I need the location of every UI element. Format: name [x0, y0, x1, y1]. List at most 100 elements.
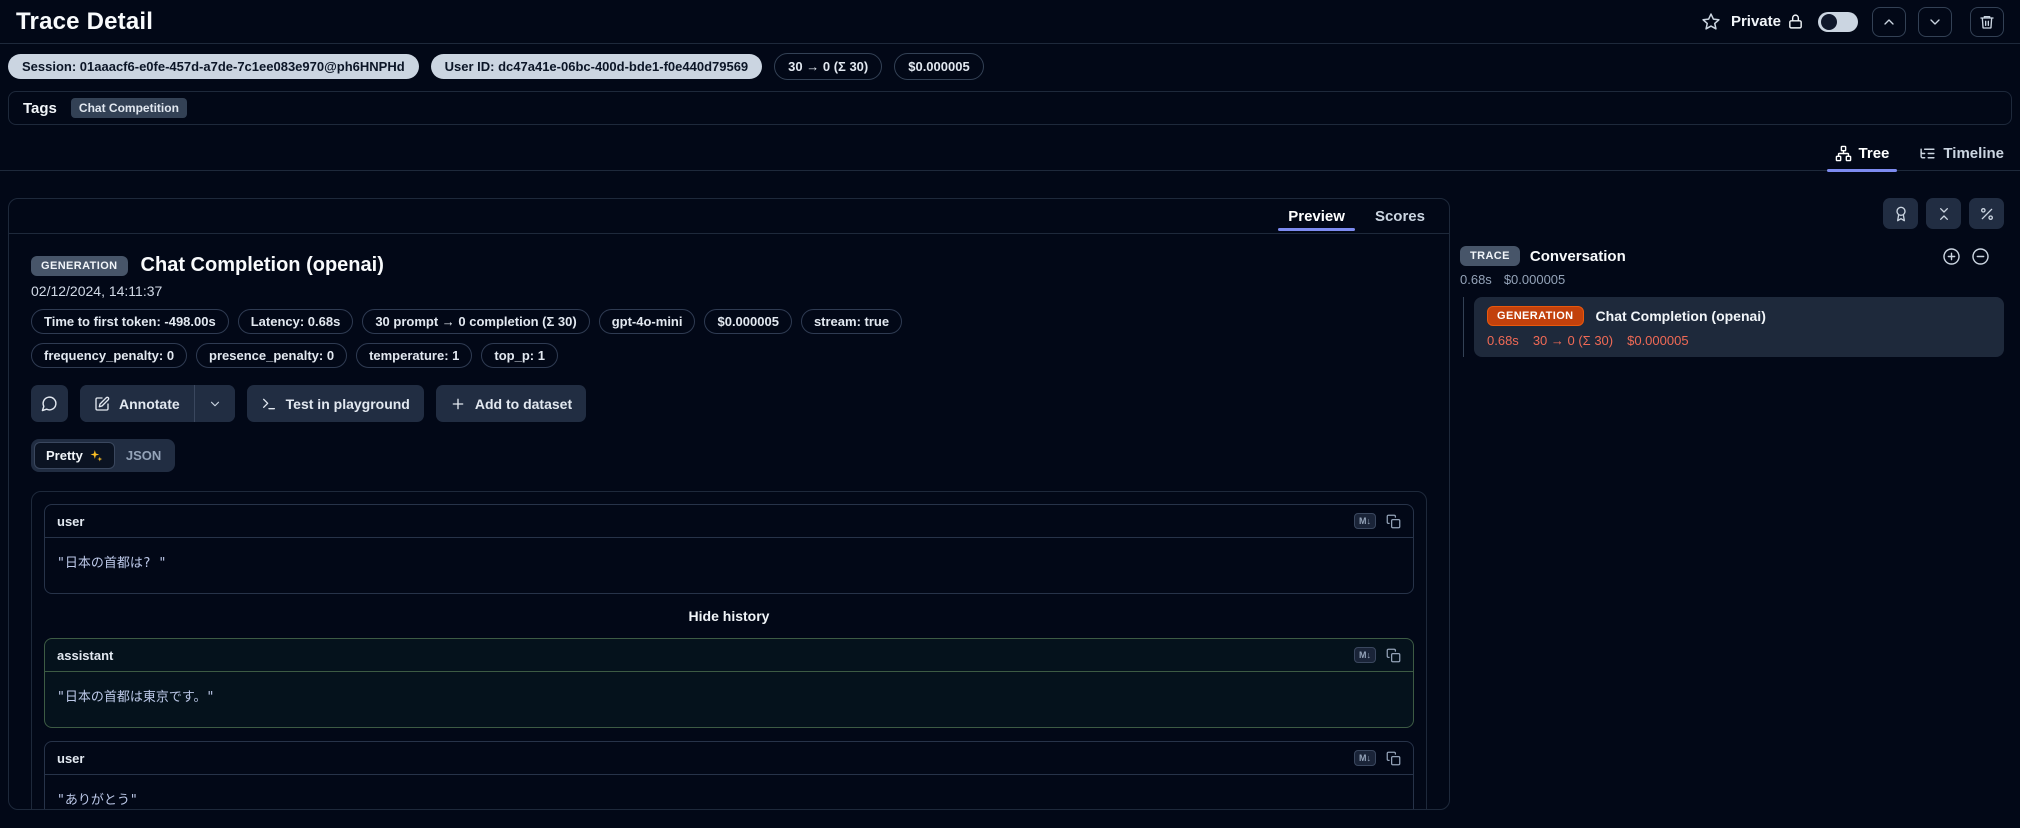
trash-icon [1979, 14, 1995, 30]
add-to-dataset-button[interactable]: Add to dataset [435, 385, 587, 422]
privacy-toggle[interactable] [1818, 11, 1858, 32]
privacy-label: Private [1730, 13, 1781, 30]
tree-controls [1460, 198, 2004, 229]
playground-label: Test in playground [285, 395, 410, 412]
tags-row: Tags Chat Competition [8, 91, 2012, 125]
metric-token-usage: 30 prompt → 0 completion (Σ 30) [362, 309, 590, 334]
chevrons-collapse-icon [1936, 206, 1952, 222]
tree-icon [1835, 145, 1852, 162]
metric-latency: Latency: 0.68s [237, 309, 354, 334]
observation-tabs: Preview Scores [9, 199, 1449, 234]
trace-tree-panel: TRACE Conversation 0.68s $0.000005 GENER… [1460, 198, 2012, 357]
sparkles-icon [89, 449, 103, 463]
session-badge[interactable]: Session: 01aaacf6-e0fe-457d-a7de-7c1ee08… [8, 54, 419, 79]
metric-cost: $0.000005 [704, 309, 792, 334]
copy-icon[interactable] [1386, 648, 1401, 663]
markdown-toggle-icon[interactable]: M↓ [1354, 750, 1376, 766]
test-in-playground-button[interactable]: Test in playground [246, 385, 424, 422]
markdown-toggle-icon[interactable]: M↓ [1354, 647, 1376, 663]
show-percentages-button[interactable] [1969, 198, 2004, 229]
circle-plus-icon [1942, 247, 1961, 266]
previous-trace-button[interactable] [1872, 6, 1906, 37]
cost-badge: $0.000005 [894, 53, 984, 80]
metric-top-p: top_p: 1 [481, 343, 558, 368]
annotate-dropdown-button[interactable] [194, 385, 235, 422]
metric-stream: stream: true [800, 309, 903, 334]
annotate-button[interactable]: Annotate [80, 385, 194, 422]
delete-trace-button[interactable] [1970, 6, 2004, 37]
hide-history-button[interactable]: Hide history [44, 607, 1414, 625]
collapse-all-button[interactable] [1926, 198, 1961, 229]
expand-all-button[interactable] [1942, 247, 1961, 266]
metric-model[interactable]: gpt-4o-mini [598, 309, 696, 334]
next-trace-button[interactable] [1918, 6, 1952, 37]
user-id-badge[interactable]: User ID: dc47a41e-06bc-400d-bde1-f0e440d… [430, 54, 763, 79]
add-to-dataset-label: Add to dataset [474, 395, 573, 412]
content-area: Preview Scores GENERATION Chat Completio… [0, 171, 2020, 810]
metric-time-to-first-token: Time to first token: -498.00s [31, 309, 229, 334]
comment-button[interactable] [31, 385, 68, 422]
message-header: user M↓ [45, 505, 1413, 538]
metric-frequency-penalty: frequency_penalty: 0 [31, 343, 188, 368]
annotate-pen-icon [94, 396, 110, 412]
circle-minus-icon [1971, 247, 1990, 266]
generation-tree-node[interactable]: GENERATION Chat Completion (openai) 0.68… [1474, 297, 2004, 357]
observation-timestamp: 02/12/2024, 14:11:37 [31, 283, 163, 299]
trace-cost: $0.000005 [1503, 272, 1566, 287]
tab-preview[interactable]: Preview [1278, 202, 1355, 231]
star-icon [1701, 12, 1721, 32]
observation-header: GENERATION Chat Completion (openai) [31, 254, 1427, 277]
tab-timeline[interactable]: Timeline [1917, 141, 2006, 170]
observation-panel: Preview Scores GENERATION Chat Completio… [8, 198, 1450, 810]
metric-temperature: temperature: 1 [356, 343, 473, 368]
top-bar-actions: Private [1701, 6, 2004, 37]
privacy-status: Private [1731, 13, 1804, 30]
timeline-icon [1919, 145, 1936, 162]
message-tools: M↓ [1354, 750, 1401, 766]
format-pretty-segment[interactable]: Pretty [34, 442, 115, 469]
tags-label: Tags [23, 99, 57, 117]
generation-node-title: Chat Completion (openai) [1595, 308, 1766, 324]
generation-node-metrics: 0.68s 30 → 0 (Σ 30) $0.000005 [1487, 333, 1991, 348]
show-scores-button[interactable] [1883, 198, 1918, 229]
chevron-down-icon [208, 397, 222, 411]
message-content: "日本の首都は? " [57, 556, 167, 571]
format-json-segment[interactable]: JSON [115, 443, 172, 468]
token-usage-badge: 30 → 0 (Σ 30) [774, 53, 883, 80]
message-tools: M↓ [1354, 647, 1401, 663]
message-box-user-1: user M↓ "日本の首都は? " [44, 504, 1414, 594]
observation-body: GENERATION Chat Completion (openai) 02/1… [9, 234, 1449, 809]
io-card: user M↓ "日本の首都は? " Hide history assistan… [31, 491, 1427, 809]
top-bar: Trace Detail Private [0, 0, 2020, 44]
percent-icon [1979, 206, 1995, 222]
trace-root-row[interactable]: TRACE Conversation [1460, 246, 2004, 266]
lock-icon [1787, 13, 1804, 30]
message-header: user M↓ [45, 742, 1413, 775]
generation-latency: 0.68s [1487, 333, 1519, 348]
award-icon [1893, 206, 1909, 222]
copy-icon[interactable] [1386, 751, 1401, 766]
trace-id-row: Session: 01aaacf6-e0fe-457d-a7de-7c1ee08… [0, 44, 2020, 89]
copy-icon[interactable] [1386, 514, 1401, 529]
format-toggle: Pretty JSON [31, 439, 176, 472]
favorite-star-button[interactable] [1701, 12, 1721, 32]
generation-node-header: GENERATION Chat Completion (openai) [1487, 306, 1991, 326]
markdown-toggle-icon[interactable]: M↓ [1354, 513, 1376, 529]
chevron-down-icon [1927, 14, 1943, 30]
collapse-node-button[interactable] [1971, 247, 1990, 266]
view-tabs: Tree Timeline [0, 141, 2020, 172]
tab-scores[interactable]: Scores [1373, 202, 1427, 231]
tab-tree[interactable]: Tree [1826, 141, 1898, 172]
observation-metrics: Time to first token: -498.00s Latency: 0… [31, 309, 1061, 368]
trace-type-badge: TRACE [1460, 246, 1520, 266]
message-role: user [57, 513, 85, 529]
generation-node-badge: GENERATION [1487, 306, 1584, 326]
tab-tree-label: Tree [1858, 145, 1890, 162]
tag-chip[interactable]: Chat Competition [70, 98, 187, 118]
comment-icon [41, 395, 58, 412]
trace-title: Conversation [1529, 247, 1626, 265]
pretty-label: Pretty [46, 448, 83, 463]
terminal-icon [261, 396, 277, 412]
observation-actions: Annotate Test in playground Add to datas… [31, 385, 1427, 422]
message-tools: M↓ [1354, 513, 1401, 529]
